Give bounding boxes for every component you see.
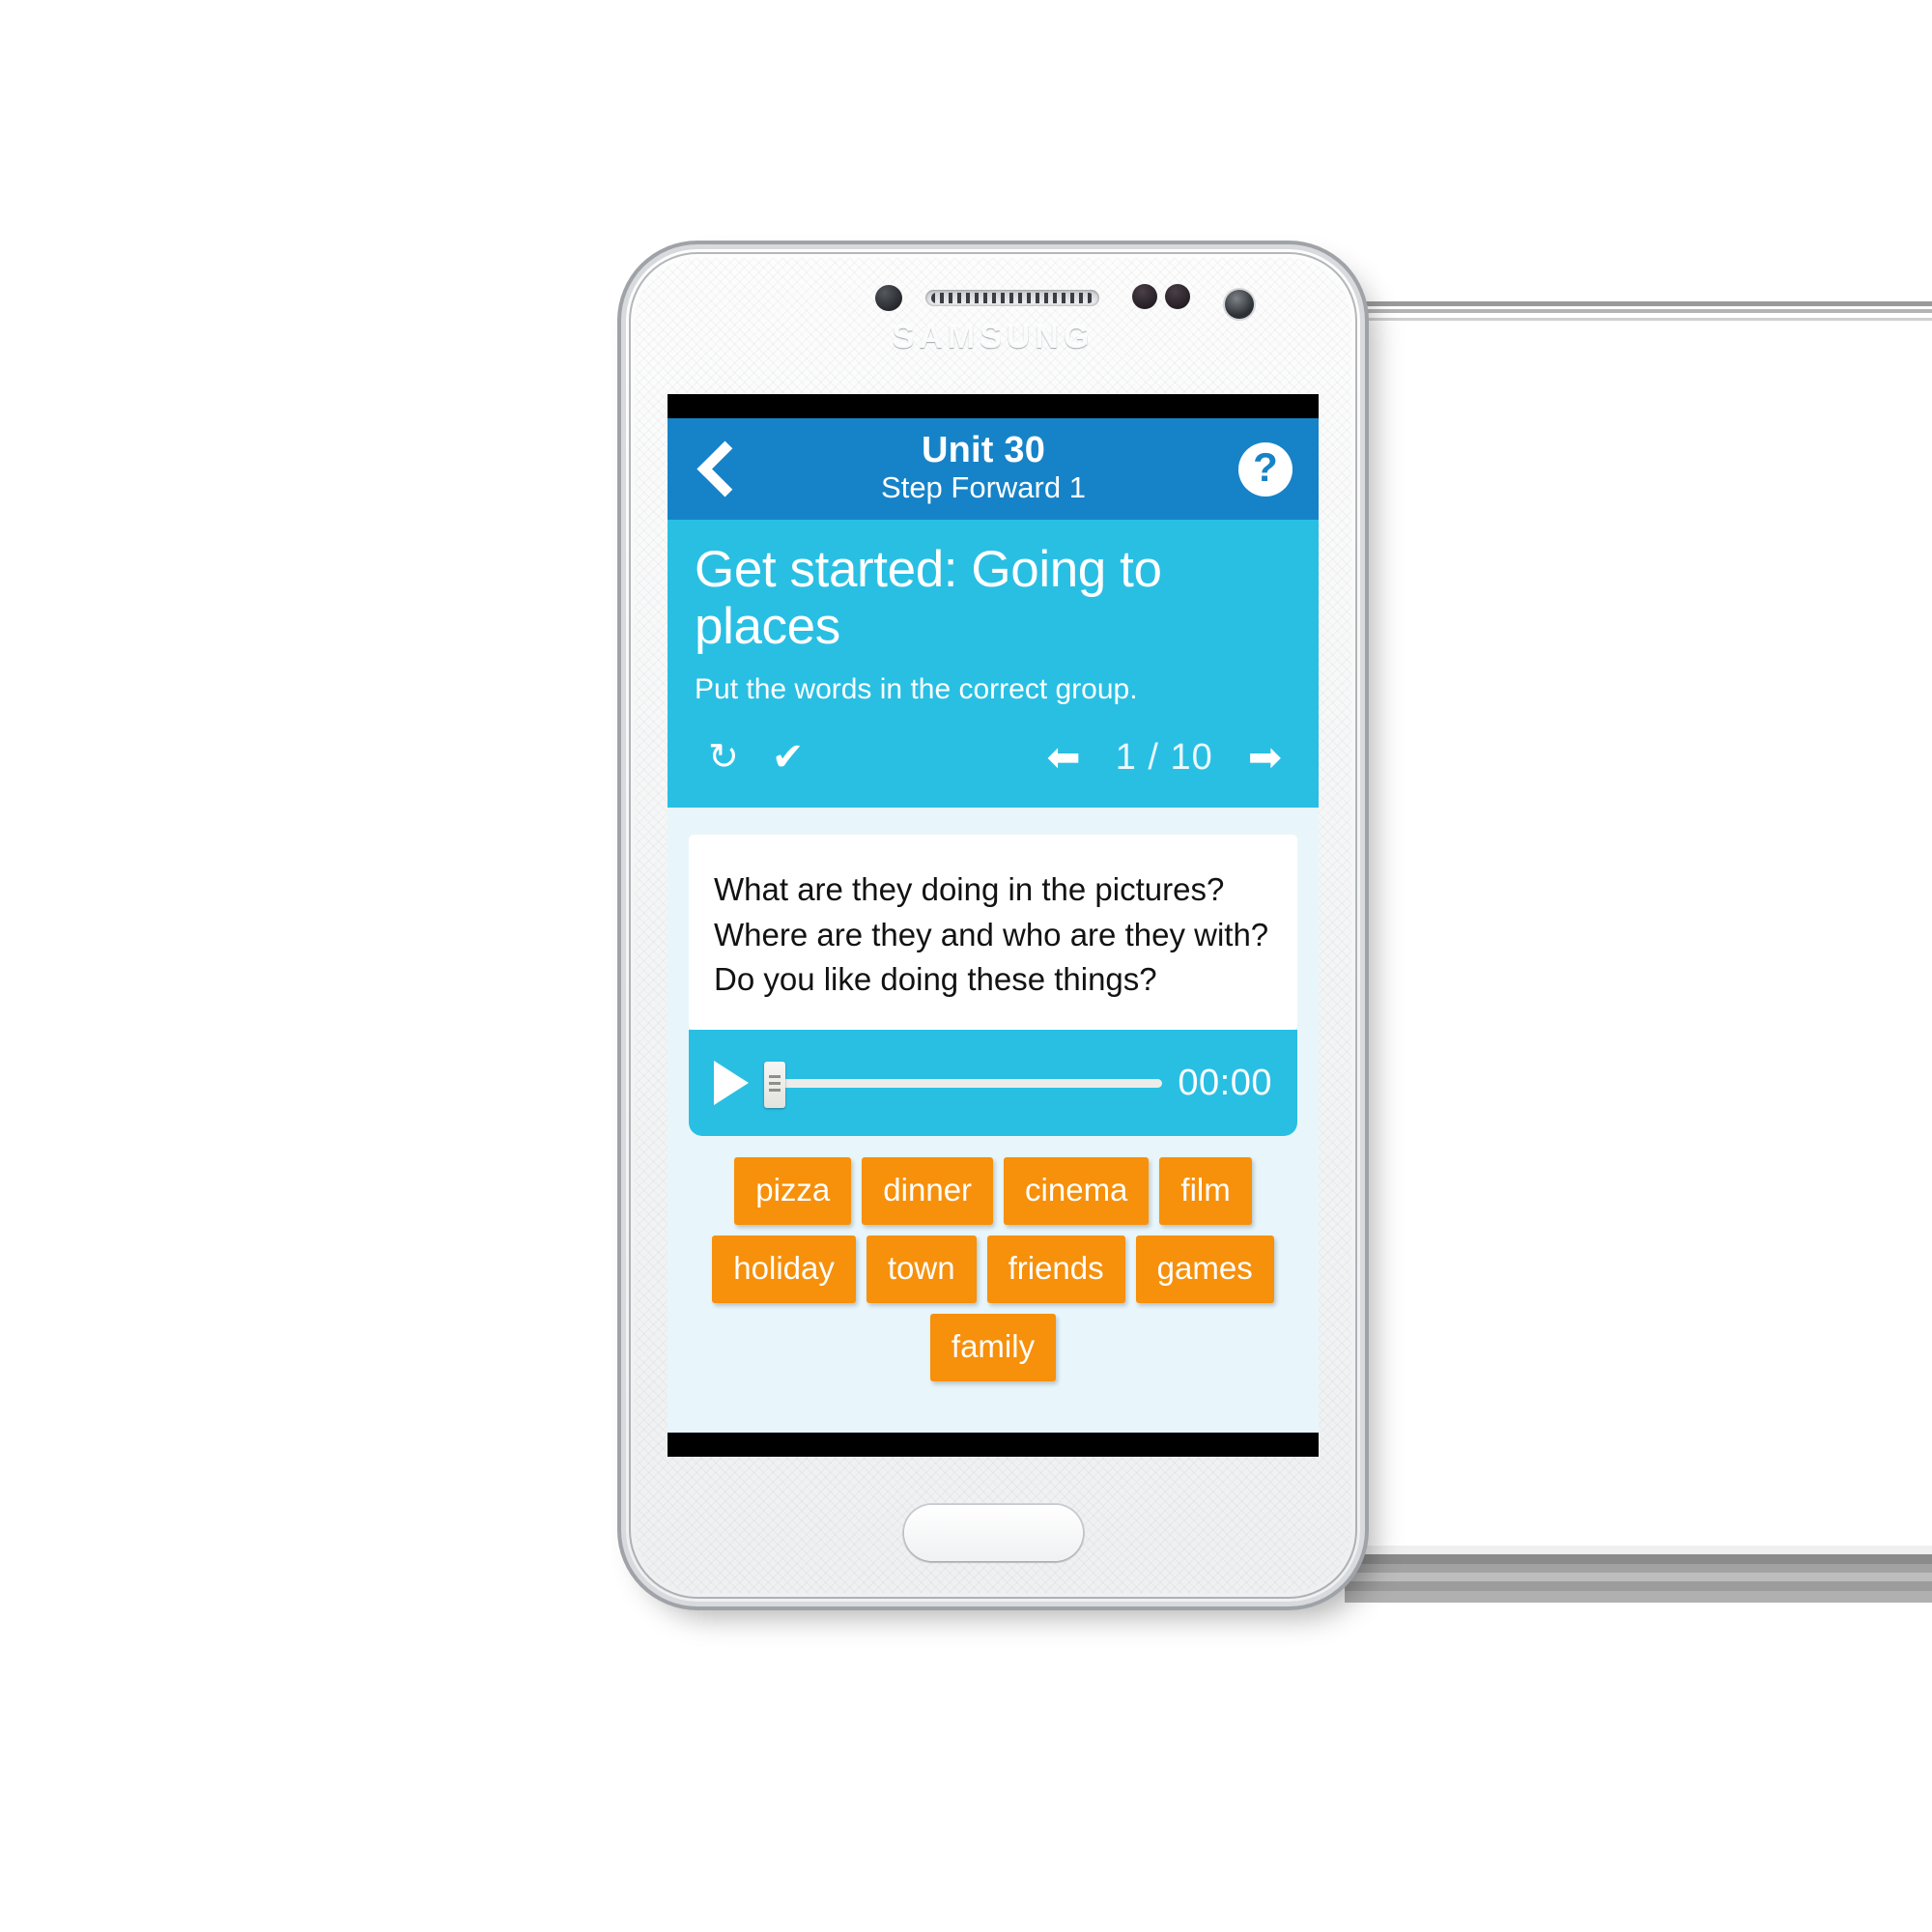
side-panel-bottom-edge-2 [1345, 1554, 1932, 1564]
navigation-bar [668, 1433, 1319, 1457]
side-panel-bottom-edge-3 [1345, 1564, 1932, 1573]
word-chip-row: family [693, 1314, 1293, 1382]
phone-device: SAMSUNG Unit 30 Step Forward 1 ? Get sta… [626, 249, 1360, 1602]
app-navbar: Unit 30 Step Forward 1 ? [668, 418, 1319, 520]
side-panel-bottom-edge-6 [1345, 1591, 1932, 1603]
slider-track [781, 1078, 1163, 1088]
arrow-right-icon[interactable]: ➡ [1248, 737, 1282, 778]
proximity-sensor-icon [1132, 284, 1157, 309]
slider-thumb[interactable] [764, 1062, 785, 1109]
home-button[interactable] [904, 1505, 1083, 1561]
page-subtitle: Step Forward 1 [881, 469, 1086, 504]
earpiece-grille [931, 293, 1094, 303]
camera-lens-icon [1225, 290, 1254, 319]
side-panel-top-edge-2 [1349, 309, 1932, 313]
word-chip[interactable]: town [866, 1236, 977, 1304]
toolbar-left-group: ↻ ✔ [708, 738, 804, 777]
side-panel-top-edge-3 [1356, 318, 1932, 321]
question-mark-icon: ? [1238, 441, 1293, 497]
chevron-left-icon [696, 440, 753, 497]
word-chip[interactable]: holiday [712, 1236, 856, 1304]
toolbar-right-group: ⬅ 1 / 10 ➡ [1047, 737, 1282, 779]
page-title: Unit 30 [921, 429, 1046, 470]
audio-time: 00:00 [1178, 1062, 1272, 1103]
activity-instruction: Put the words in the correct group. [695, 672, 1138, 705]
check-icon[interactable]: ✔ [772, 738, 805, 777]
refresh-icon[interactable]: ↻ [708, 739, 739, 776]
page-counter: 1 / 10 [1115, 736, 1213, 778]
question-line: What are they doing in the pictures? [714, 870, 1225, 907]
word-chip[interactable]: friends [986, 1236, 1125, 1304]
word-bank: pizza dinner cinema film holiday town fr… [668, 1136, 1319, 1382]
phone-screen: Unit 30 Step Forward 1 ? Get started: Go… [668, 394, 1319, 1457]
word-chip-row: pizza dinner cinema film [693, 1157, 1293, 1226]
play-icon[interactable] [714, 1061, 749, 1106]
side-panel-bottom-edge-5 [1345, 1581, 1932, 1591]
word-chip[interactable]: family [929, 1314, 1057, 1382]
word-chip[interactable]: film [1159, 1157, 1252, 1226]
word-chip[interactable]: cinema [1004, 1157, 1150, 1226]
audio-player: 00:00 [689, 1030, 1297, 1137]
question-line: Do you like doing these things? [714, 961, 1157, 998]
activity-toolbar: ↻ ✔ ⬅ 1 / 10 ➡ [695, 737, 1292, 779]
word-chip-row: holiday town friends games [693, 1236, 1293, 1304]
front-camera-icon [875, 285, 902, 311]
question-line: Where are they and who are they with? [714, 916, 1269, 952]
device-brand-logo: SAMSUNG [892, 319, 1094, 355]
side-panel-bottom-edge-1 [1345, 1546, 1932, 1554]
side-panel [1341, 301, 1932, 1577]
earpiece-speaker [925, 290, 1099, 306]
arrow-left-icon[interactable]: ⬅ [1047, 737, 1081, 778]
light-sensor-icon [1165, 284, 1190, 309]
word-chip[interactable]: dinner [862, 1157, 994, 1226]
activity-title: Get started: Going to places [695, 541, 1162, 656]
activity-hero: Get started: Going to places Put the wor… [668, 520, 1319, 808]
audio-progress-slider[interactable] [764, 1060, 1163, 1109]
navbar-title-block: Unit 30 Step Forward 1 [754, 429, 1212, 507]
side-panel-bottom-edge-4 [1345, 1573, 1932, 1581]
side-panel-top-edge-1 [1341, 301, 1932, 306]
question-card: What are they doing in the pictures? Whe… [689, 834, 1297, 1031]
word-chip[interactable]: pizza [734, 1157, 852, 1226]
status-bar [668, 394, 1319, 418]
word-chip[interactable]: games [1135, 1236, 1274, 1304]
help-button[interactable]: ? [1212, 441, 1319, 497]
